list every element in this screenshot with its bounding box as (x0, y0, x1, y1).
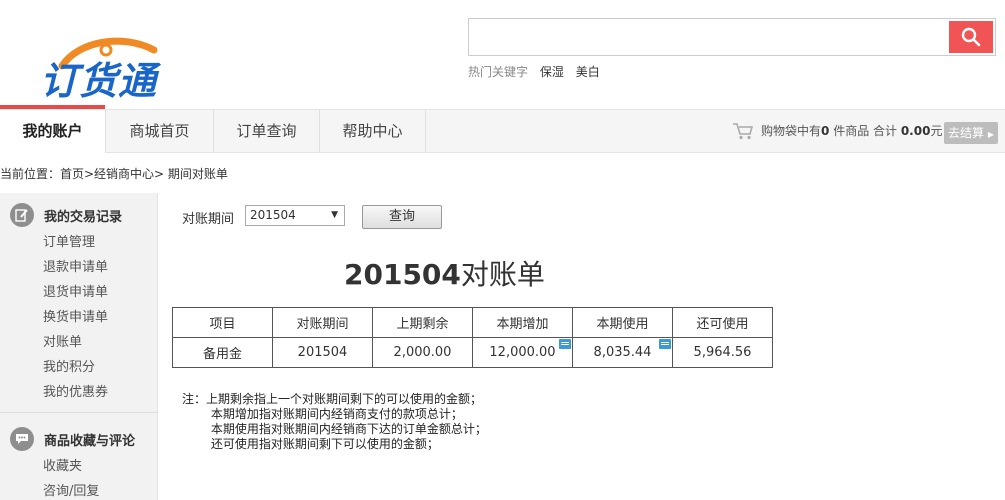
usage-value: 8,035.44 (593, 345, 652, 360)
increase-value: 12,000.00 (489, 345, 556, 360)
table-cell: 12,000.00 (472, 337, 573, 368)
main-nav: 我的账户 商城首页 订单查询 帮助中心 购物袋中有0 件商品 合计 0.00元 … (0, 105, 1005, 153)
notes: 注：上期剩余指上一个对账期间剩下的可以使用的金额； 本期增加指对账期间内经销商支… (182, 392, 487, 452)
search-input[interactable] (469, 19, 949, 55)
sidebar-item-return-requests[interactable]: 退货申请单 (43, 281, 108, 300)
column-header: 项目 (172, 307, 273, 338)
table-cell: 201504 (272, 337, 373, 368)
column-header: 本期使用 (572, 307, 673, 338)
column-header: 本期增加 (472, 307, 573, 338)
sidebar-group-title: 商品收藏与评论 (44, 433, 136, 449)
sidebar-item-favorites[interactable]: 收藏夹 (43, 455, 82, 474)
statement-title-suffix: 对账单 (460, 258, 545, 291)
sidebar-item-inquiries[interactable]: 咨询/回复 (43, 480, 99, 499)
statement-table: 项目 对账期间 上期剩余 本期增加 本期使用 还可使用 备用金 201504 2… (172, 307, 773, 368)
logo-text: 订货通 (40, 59, 158, 103)
tab-my-account[interactable]: 我的账户 (0, 105, 106, 153)
sidebar: 我的交易记录 订单管理 退款申请单 退货申请单 换货申请单 对账单 我的积分 我… (0, 193, 158, 500)
column-header: 上期剩余 (372, 307, 473, 338)
tab-help-center[interactable]: 帮助中心 (320, 110, 426, 153)
cart-total: 0.00 (900, 124, 931, 138)
period-select-value: 201504 (250, 208, 296, 222)
sidebar-item-statements[interactable]: 对账单 (43, 331, 82, 350)
search-icon (961, 27, 981, 47)
breadcrumb: 当前位置：首页>经销商中心> 期间对账单 (0, 167, 228, 181)
sidebar-group-favorites: 商品收藏与评论 (10, 427, 135, 451)
hot-keyword[interactable]: 保湿 (540, 65, 564, 79)
hot-keyword[interactable]: 美白 (576, 65, 600, 79)
sidebar-item-points[interactable]: 我的积分 (43, 356, 95, 375)
query-button[interactable]: 查询 (362, 205, 442, 229)
cart-prefix: 购物袋中有 (761, 124, 822, 138)
statement-title-period: 201504 (344, 258, 461, 291)
note-line: 本期使用指对账期间内经销商下达的订单金额总计； (182, 422, 487, 436)
sidebar-item-exchange-requests[interactable]: 换货申请单 (43, 306, 108, 325)
sidebar-item-refund-requests[interactable]: 退款申请单 (43, 256, 108, 275)
search-box (468, 18, 996, 56)
dropdown-arrow-icon: ▼ (331, 210, 338, 220)
sidebar-item-order-management[interactable]: 订单管理 (43, 231, 95, 250)
header: 订货通 热门关键字 保湿 美白 (0, 0, 1005, 105)
checkout-button[interactable]: 去结算 ▶ (944, 122, 998, 144)
sidebar-group-trade-records: 我的交易记录 (10, 203, 122, 227)
table-header-row: 项目 对账期间 上期剩余 本期增加 本期使用 还可使用 (172, 307, 773, 338)
hot-keywords: 热门关键字 保湿 美白 (468, 63, 600, 80)
tab-order-query[interactable]: 订单查询 (214, 110, 320, 153)
cart-summary: 购物袋中有0 件商品 合计 0.00元 (761, 122, 942, 139)
cart-mid: 件商品 合计 (829, 124, 901, 138)
tab-mall-home[interactable]: 商城首页 (106, 110, 214, 153)
sidebar-item-coupons[interactable]: 我的优惠券 (43, 381, 108, 400)
cart-unit: 元 (930, 124, 943, 138)
column-header: 还可使用 (672, 307, 773, 338)
table-cell: 5,964.56 (672, 337, 773, 368)
table-row: 备用金 201504 2,000.00 12,000.00 8,035.44 5… (172, 337, 773, 368)
logo[interactable]: 订货通 (36, 36, 186, 103)
caret-right-icon: ▶ (987, 130, 994, 139)
checkout-label: 去结算 (948, 126, 985, 140)
column-header: 对账期间 (272, 307, 373, 338)
statement-title: 201504对账单 (344, 253, 545, 293)
period-label: 对账期间 (182, 212, 235, 227)
sidebar-group-title: 我的交易记录 (44, 209, 123, 225)
table-cell: 2,000.00 (372, 337, 473, 368)
hot-keywords-label: 热门关键字 (468, 65, 529, 79)
note-line: 还可使用指对账期间剩下可以使用的金额； (182, 437, 439, 451)
edit-icon (10, 203, 34, 227)
chat-icon (10, 427, 34, 451)
note-line: 注：上期剩余指上一个对账期间剩下的可以使用的金额； (182, 392, 483, 406)
cart-icon[interactable] (732, 122, 754, 140)
sidebar-divider (0, 412, 158, 413)
search-button[interactable] (949, 21, 993, 53)
detail-list-icon[interactable] (659, 339, 671, 349)
note-line: 本期增加指对账期间内经销商支付的款项总计； (182, 407, 463, 421)
period-select[interactable]: 201504 ▼ (245, 205, 345, 226)
detail-list-icon[interactable] (559, 339, 571, 349)
table-cell: 备用金 (172, 337, 273, 368)
table-cell: 8,035.44 (572, 337, 673, 368)
